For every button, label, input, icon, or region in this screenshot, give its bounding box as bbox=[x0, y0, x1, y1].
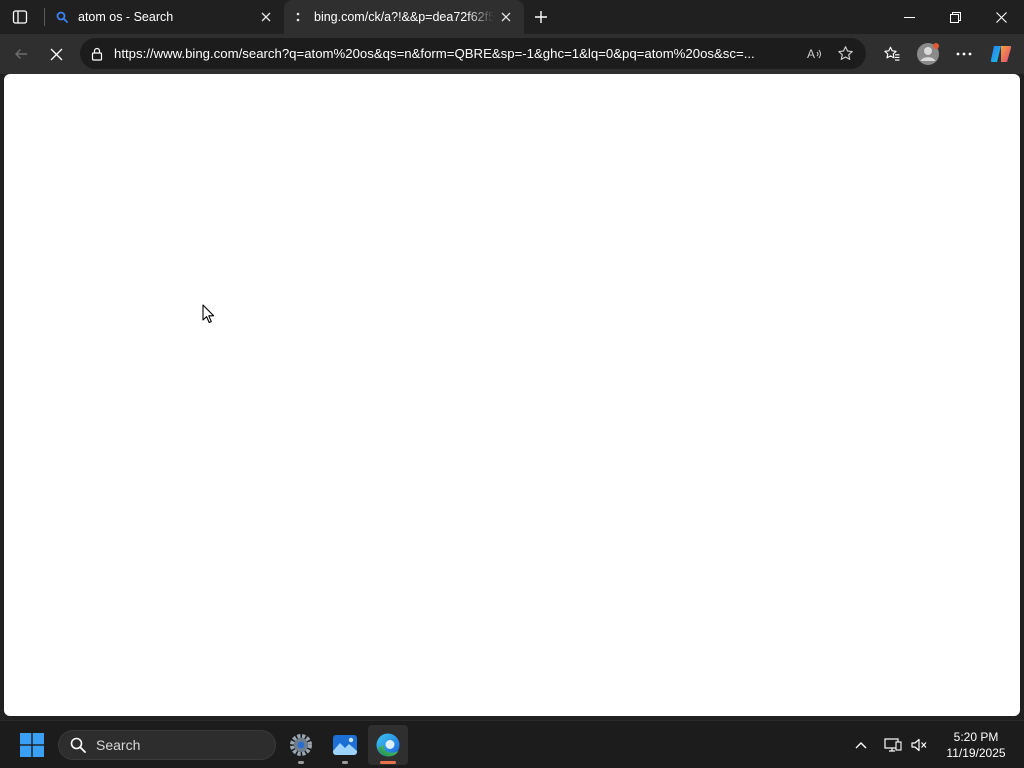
clock-time: 5:20 PM bbox=[953, 730, 999, 744]
address-bar[interactable]: https://www.bing.com/search?q=atom%20os&… bbox=[80, 38, 866, 69]
mouse-cursor-icon bbox=[202, 304, 216, 324]
svg-text:A: A bbox=[807, 47, 815, 61]
close-tab-icon[interactable] bbox=[254, 5, 278, 29]
site-info-icon[interactable] bbox=[88, 45, 106, 63]
loading-icon bbox=[290, 9, 306, 25]
stop-loading-icon[interactable] bbox=[41, 39, 71, 69]
search-icon bbox=[54, 9, 70, 25]
tab-title: atom os - Search bbox=[78, 10, 174, 24]
tab-search-results[interactable]: atom os - Search bbox=[46, 0, 284, 34]
speaker-muted-icon[interactable] bbox=[904, 729, 934, 761]
tab-title: bing.com/ck/a?!&&p=dea72f62f5 bbox=[314, 10, 494, 24]
profile-avatar-icon[interactable] bbox=[913, 39, 943, 69]
tab-bing-redirect[interactable]: bing.com/ck/a?!&&p=dea72f62f5 bbox=[284, 0, 524, 34]
page-content-area[interactable] bbox=[4, 74, 1020, 716]
search-icon bbox=[68, 735, 88, 755]
url-text[interactable]: https://www.bing.com/search?q=atom%20os&… bbox=[114, 46, 800, 61]
favorite-star-icon[interactable] bbox=[830, 40, 860, 68]
edge-icon[interactable] bbox=[368, 725, 408, 765]
settings-icon[interactable] bbox=[281, 725, 321, 765]
title-bar: atom os - Search bing.com/ck/a?!&&p=dea7… bbox=[0, 0, 1024, 34]
more-options-icon[interactable] bbox=[949, 39, 979, 69]
read-aloud-icon[interactable]: A bbox=[800, 40, 830, 68]
taskbar-search-box[interactable]: Search bbox=[58, 730, 276, 760]
active-app-indicator bbox=[380, 761, 396, 764]
taskbar: Search 5:20 PM 11/19/2025 bbox=[0, 720, 1024, 768]
close-window-icon[interactable] bbox=[978, 0, 1024, 34]
close-tab-icon[interactable] bbox=[494, 5, 518, 29]
restore-icon[interactable] bbox=[932, 0, 978, 34]
browser-toolbar: https://www.bing.com/search?q=atom%20os&… bbox=[0, 34, 1024, 74]
tab-separator bbox=[44, 8, 45, 26]
minimize-icon[interactable] bbox=[886, 0, 932, 34]
back-icon[interactable] bbox=[6, 39, 36, 69]
running-indicator bbox=[298, 761, 304, 764]
photos-icon[interactable] bbox=[325, 725, 365, 765]
favorites-icon[interactable] bbox=[877, 39, 907, 69]
taskbar-search-label: Search bbox=[96, 737, 141, 753]
chevron-up-icon[interactable] bbox=[846, 729, 876, 761]
windows-start-icon[interactable] bbox=[12, 729, 52, 761]
system-clock[interactable]: 5:20 PM 11/19/2025 bbox=[936, 729, 1016, 761]
new-tab-icon[interactable] bbox=[528, 4, 554, 30]
running-indicator bbox=[342, 761, 348, 764]
tab-actions-icon[interactable] bbox=[8, 6, 32, 28]
copilot-icon[interactable] bbox=[986, 39, 1016, 69]
clock-date: 11/19/2025 bbox=[946, 746, 1006, 760]
